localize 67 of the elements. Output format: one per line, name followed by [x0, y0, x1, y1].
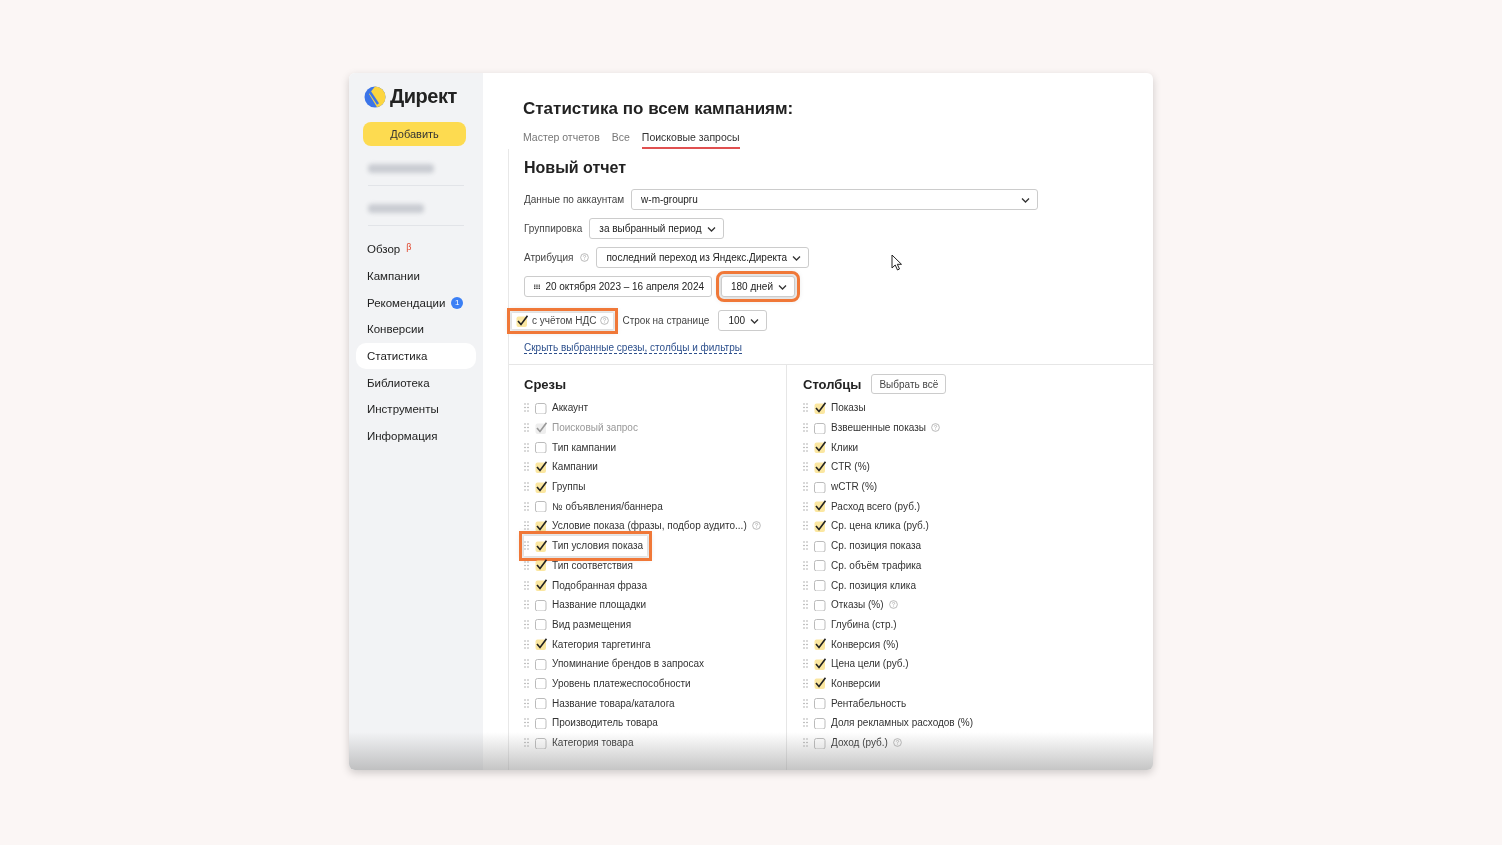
checkbox-label: wCTR (%) — [831, 481, 878, 493]
checkbox-label: № объявления/баннера — [552, 500, 663, 512]
checkbox-label: Производитель товара — [552, 717, 658, 729]
checkbox-label: Конверсии — [831, 677, 881, 689]
sidebar-item[interactable]: Статистика — [356, 342, 476, 370]
checkbox-label: Условие показа (фразы, подбор аудито...) — [552, 520, 747, 532]
count-badge: 1 — [451, 296, 464, 309]
sidebar-item[interactable]: Информация — [356, 422, 476, 450]
checkbox-label: Отказы (%) — [831, 599, 884, 611]
checkbox-label: Тип кампании — [552, 441, 617, 453]
checkbox-label: Ср. цена клика (руб.) — [831, 520, 929, 532]
checkbox-label: Тип соответствия — [552, 559, 633, 571]
dropdown[interactable]: последний переход из Яндекс.Директа — [596, 247, 809, 268]
checkbox-label: Рентабельность — [831, 697, 907, 709]
field-label: Атрибуция — [524, 252, 574, 263]
checkbox-label: Поисковый запрос — [552, 422, 638, 434]
section-title: Столбцы — [803, 376, 862, 392]
dropdown[interactable]: 100 — [718, 310, 768, 331]
checkbox-label: Конверсия (%) — [831, 638, 899, 650]
sidebar-item[interactable]: Кампании — [356, 262, 476, 290]
checkbox-label: Вид размещения — [552, 618, 632, 630]
date-range-field[interactable]: 20 октября 2023 – 16 апреля 2024 — [524, 276, 712, 297]
tab[interactable]: Поисковые запросы — [641, 131, 740, 149]
field-label: Группировка — [524, 223, 583, 234]
sidebar-item[interactable]: Библиотека — [356, 369, 476, 397]
checkbox-label: Уровень платежеспособности — [552, 677, 691, 689]
checkbox-label: Подобранная фраза — [552, 579, 647, 591]
checkbox-label: Название площадки — [552, 599, 646, 611]
sidebar-item[interactable]: Инструменты — [356, 396, 476, 423]
checkbox-label: Ср. позиция клика — [831, 579, 916, 591]
add-button[interactable]: Добавить — [363, 122, 466, 146]
tab[interactable]: Все — [611, 131, 630, 149]
report-title: Новый отчет — [524, 159, 628, 177]
checkbox-label: Аккаунт — [552, 402, 589, 414]
field-label: Данные по аккаунтам — [524, 194, 625, 205]
checkbox-label: Ср. позиция показа — [831, 540, 922, 552]
beta-label: β — [406, 242, 412, 252]
field-label: Строк на странице — [622, 315, 710, 326]
checkbox-label: Доход (руб.) — [831, 737, 888, 749]
checkbox-label: Доля рекламных расходов (%) — [831, 717, 974, 729]
sidebar-item[interactable]: Обзор β — [356, 236, 476, 263]
section-title: Срезы — [524, 376, 567, 392]
checkbox-label: Категория таргетинга — [552, 638, 651, 650]
sidebar-item[interactable]: Рекомендации 1 — [356, 289, 476, 317]
checkbox-label: Показы — [831, 402, 866, 414]
checkbox-label: Глубина (стр.) — [831, 618, 897, 630]
checkbox-label: с учётом НДС — [532, 315, 597, 326]
checkbox-label: Цена цели (руб.) — [831, 658, 909, 670]
checkbox-label: Клики — [831, 441, 859, 453]
checkbox-label: Категория товара — [552, 737, 634, 749]
page-title: Статистика по всем кампаниям: — [523, 99, 795, 119]
checkbox-label: Кампании — [552, 461, 598, 473]
hide-link[interactable]: Скрыть выбранные срезы, столбцы и фильтры — [524, 342, 742, 354]
checkbox-label: CTR (%) — [831, 461, 870, 473]
checkbox-label: Ср. объём трафика — [831, 559, 922, 571]
checkbox-label: Группы — [552, 481, 586, 493]
tab[interactable]: Мастер отчетов — [523, 131, 600, 149]
checkbox-label: Название товара/каталога — [552, 697, 675, 709]
sidebar-item[interactable]: Конверсии — [356, 316, 476, 343]
checkbox-label: Расход всего (руб.) — [831, 500, 920, 512]
dropdown[interactable]: за выбранный период — [589, 218, 724, 239]
checkbox-label: Упоминание брендов в запросах — [552, 658, 705, 670]
dropdown[interactable]: w-m-groupru — [631, 189, 1039, 210]
checkbox-label: Взвешенные показы — [831, 422, 926, 434]
select-all-button[interactable]: Выбрать всё — [871, 374, 947, 394]
logo-text: Директ — [390, 85, 457, 108]
checkbox-label: Тип условия показа — [552, 540, 644, 552]
